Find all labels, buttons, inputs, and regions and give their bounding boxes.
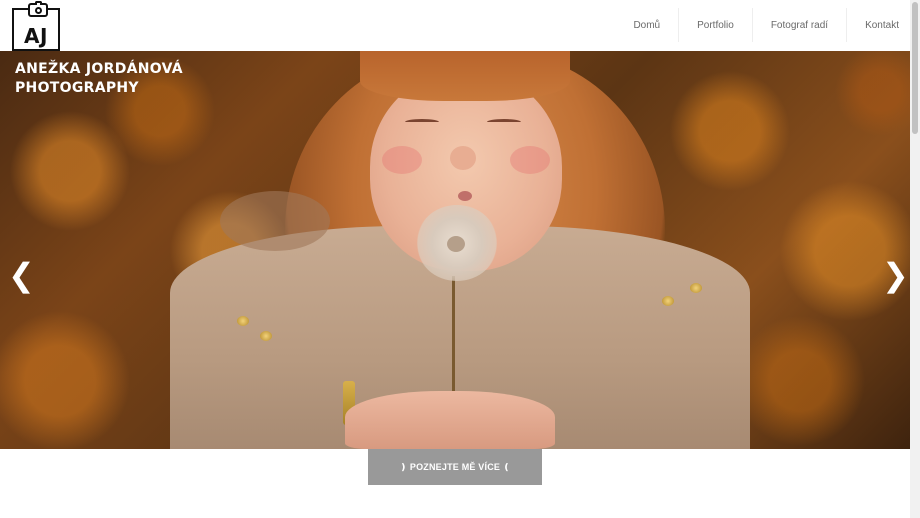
hero-brand-line2: PHOTOGRAPHY: [15, 80, 139, 96]
hero-brand-title: ANEŽKA JORDÁNOVÁ PHOTOGRAPHY: [15, 60, 183, 98]
hero-brand-line1: ANEŽKA JORDÁNOVÁ: [15, 61, 183, 77]
site-logo[interactable]: AJ: [12, 1, 60, 51]
site-header: AJ Domů Portfolio Fotograf radí Kontakt: [0, 0, 910, 51]
nav-item-portfolio[interactable]: Portfolio: [678, 8, 752, 42]
scrollbar-thumb[interactable]: [912, 2, 918, 134]
slider-next-arrow-icon[interactable]: ❯: [882, 259, 909, 291]
main-nav: Domů Portfolio Fotograf radí Kontakt: [615, 8, 910, 42]
camera-icon: [28, 1, 48, 17]
nav-item-fotograf-radi[interactable]: Fotograf radí: [751, 8, 846, 42]
hero-slider: ANEŽKA JORDÁNOVÁ PHOTOGRAPHY ❮ ❯: [0, 51, 910, 449]
slider-prev-arrow-icon[interactable]: ❮: [8, 259, 35, 291]
page-scrollbar[interactable]: [910, 0, 920, 518]
nav-item-kontakt[interactable]: Kontakt: [846, 8, 910, 42]
nav-item-domu[interactable]: Domů: [615, 8, 678, 42]
learn-more-button[interactable]: ❫ POZNEJTE MĚ VÍCE ❪: [368, 449, 542, 485]
logo-text: AJ: [24, 24, 48, 48]
